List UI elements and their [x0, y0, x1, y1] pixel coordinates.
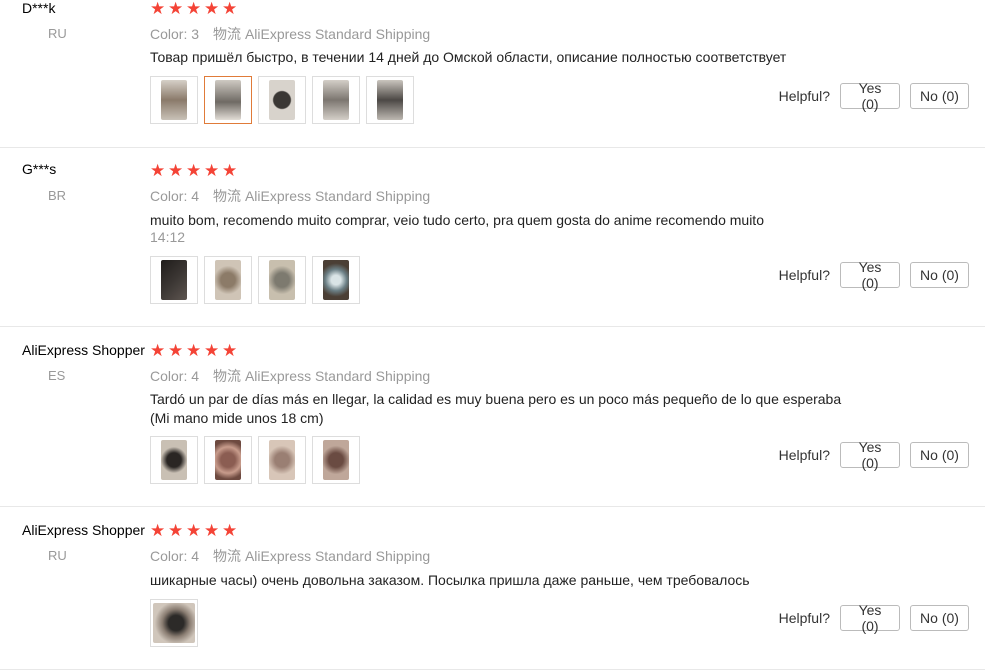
review-text: Товар пришёл быстро, в течении 14 дней д…: [150, 49, 787, 65]
color-label: Color:: [150, 368, 188, 384]
reviewer-country: RU: [48, 548, 67, 563]
helpful-yes-button[interactable]: Yes (0): [840, 602, 900, 634]
review-photos: [150, 256, 360, 304]
star-icon: ★: [186, 0, 202, 19]
review-text: шикарные часы) очень довольна заказом. П…: [150, 572, 750, 588]
star-rating: ★ ★ ★ ★ ★: [150, 341, 238, 361]
reviewer-country: ES: [48, 368, 66, 383]
helpful-label: Helpful?: [778, 610, 830, 626]
helpful-no-button[interactable]: No (0): [910, 605, 969, 631]
review-photo-thumbnail[interactable]: [204, 76, 252, 124]
star-icon: ★: [204, 161, 220, 181]
review-item: AliExpress Shopper ES ★ ★ ★ ★ ★ Color: 4…: [0, 326, 985, 507]
star-icon: ★: [168, 0, 184, 19]
review-text: Tardó un par de días más en llegar, la c…: [150, 391, 842, 426]
review-photo-thumbnail[interactable]: [312, 256, 360, 304]
star-icon: ★: [150, 0, 166, 19]
reviewer-name: AliExpress Shopper: [22, 342, 145, 358]
color-value: 4: [191, 188, 200, 204]
shipping-method: AliExpress Standard Shipping: [244, 548, 431, 564]
review-photo-thumbnail[interactable]: [150, 436, 198, 484]
color-value: 4: [191, 368, 200, 384]
star-icon: ★: [150, 521, 166, 541]
star-rating: ★ ★ ★ ★ ★: [150, 161, 238, 181]
helpful-yes-button[interactable]: Yes (0): [840, 80, 900, 112]
shipping-method: AliExpress Standard Shipping: [244, 188, 431, 204]
star-icon: ★: [186, 341, 202, 361]
review-photo-thumbnail[interactable]: [258, 256, 306, 304]
helpful-label: Helpful?: [778, 88, 830, 104]
helpful-vote: Helpful? Yes (0) No (0): [778, 259, 969, 291]
helpful-vote: Helpful? Yes (0) No (0): [778, 80, 969, 112]
helpful-yes-button[interactable]: Yes (0): [840, 439, 900, 471]
star-icon: ★: [204, 341, 220, 361]
reviewer-name: D***k: [22, 0, 56, 16]
review-photos: [150, 76, 414, 124]
helpful-no-button[interactable]: No (0): [910, 262, 969, 288]
star-icon: ★: [168, 341, 184, 361]
reviewer-name: AliExpress Shopper: [22, 522, 145, 538]
review-photos: [150, 436, 360, 484]
star-icon: ★: [168, 161, 184, 181]
review-photo-thumbnail[interactable]: [204, 256, 252, 304]
color-label: Color:: [150, 188, 188, 204]
star-icon: ★: [222, 341, 238, 361]
color-label: Color:: [150, 548, 188, 564]
helpful-label: Helpful?: [778, 267, 830, 283]
review-photo-thumbnail[interactable]: [258, 436, 306, 484]
logistics-label: 物流: [213, 188, 242, 204]
review-photo-thumbnail[interactable]: [204, 436, 252, 484]
helpful-no-button[interactable]: No (0): [910, 442, 969, 468]
star-rating: ★ ★ ★ ★ ★: [150, 521, 238, 541]
reviewer-country: BR: [48, 188, 67, 203]
star-icon: ★: [168, 521, 184, 541]
shipping-method: AliExpress Standard Shipping: [244, 26, 431, 42]
logistics-label: 物流: [213, 548, 242, 564]
star-rating: ★ ★ ★ ★ ★: [150, 0, 238, 19]
review-photo-thumbnail[interactable]: [150, 256, 198, 304]
review-item: D***k RU ★ ★ ★ ★ ★ Color: 3 物流 AliExpress…: [0, 0, 985, 148]
review-photo-thumbnail[interactable]: [150, 599, 198, 647]
logistics-label: 物流: [213, 26, 242, 42]
helpful-yes-button[interactable]: Yes (0): [840, 259, 900, 291]
order-info: Color: 3 物流 AliExpress Standard Shipping: [150, 24, 430, 44]
reviewer-country: RU: [48, 26, 67, 41]
helpful-vote: Helpful? Yes (0) No (0): [778, 602, 969, 634]
review-item: G***s BR ★ ★ ★ ★ ★ Color: 4 物流 AliExpress…: [0, 147, 985, 327]
star-icon: ★: [186, 161, 202, 181]
star-icon: ★: [150, 161, 166, 181]
review-item: AliExpress Shopper RU ★ ★ ★ ★ ★ Color: 4…: [0, 506, 985, 670]
reviewer-name: G***s: [22, 161, 57, 177]
order-info: Color: 4 物流 AliExpress Standard Shipping: [150, 186, 430, 206]
shipping-method: AliExpress Standard Shipping: [244, 368, 431, 384]
star-icon: ★: [222, 161, 238, 181]
review-photo-thumbnail[interactable]: [258, 76, 306, 124]
star-icon: ★: [204, 521, 220, 541]
color-label: Color:: [150, 26, 188, 42]
helpful-label: Helpful?: [778, 447, 830, 463]
color-value: 3: [191, 26, 200, 42]
logistics-label: 物流: [213, 368, 242, 384]
review-photo-thumbnail[interactable]: [366, 76, 414, 124]
star-icon: ★: [222, 0, 238, 19]
helpful-no-button[interactable]: No (0): [910, 83, 969, 109]
color-value: 4: [191, 548, 200, 564]
order-info: Color: 4 物流 AliExpress Standard Shipping: [150, 366, 430, 386]
review-photo-thumbnail[interactable]: [312, 436, 360, 484]
review-time: 14:12: [150, 229, 186, 245]
helpful-vote: Helpful? Yes (0) No (0): [778, 439, 969, 471]
review-text: muito bom, recomendo muito comprar, veio…: [150, 212, 764, 228]
review-photo-thumbnail[interactable]: [150, 76, 198, 124]
star-icon: ★: [204, 0, 220, 19]
star-icon: ★: [222, 521, 238, 541]
star-icon: ★: [150, 341, 166, 361]
order-info: Color: 4 物流 AliExpress Standard Shipping: [150, 546, 430, 566]
review-photo-thumbnail[interactable]: [312, 76, 360, 124]
star-icon: ★: [186, 521, 202, 541]
review-photos: [150, 599, 198, 647]
